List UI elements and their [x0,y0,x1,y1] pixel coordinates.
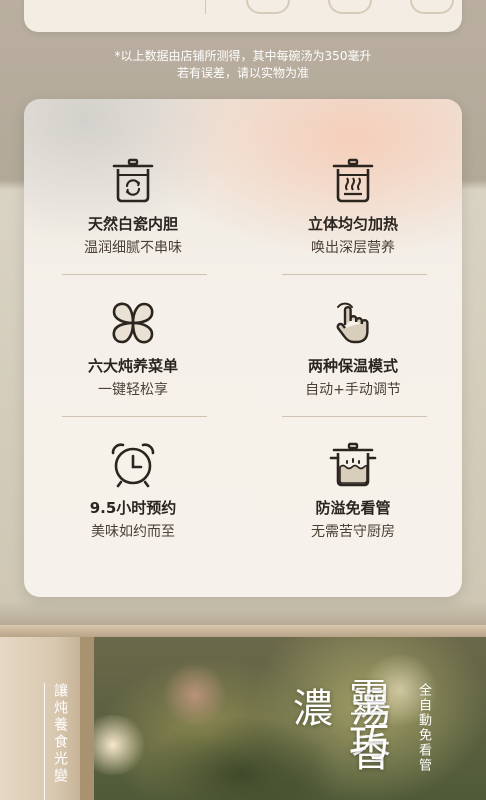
feature-subtitle: 一键轻松享 [98,382,168,398]
feature-subtitle: 无需苦守厨房 [311,524,395,540]
feature-title: 天然白瓷内胆 [87,215,178,233]
feature-subtitle: 唤出深层营养 [311,240,395,256]
feature-title: 防溢免看管 [315,499,391,517]
banner-title-right: 靈巧 [342,677,388,765]
four-petal-menu-icon [112,302,154,344]
decor-line [44,683,45,800]
row-divider [282,274,427,275]
feature-subtitle: 美味如约而至 [91,524,175,540]
window-post [80,625,94,800]
feature-subtitle: 自动+手动调节 [305,382,401,398]
feature-card: 天然白瓷内胆 温润细腻不串味 立体均匀加热 唤出深层营养 六大炖养菜单 一键轻松… [24,99,462,597]
feature-title: 六大炖养菜单 [87,357,178,375]
banner-tagline: 全自動免看管 [416,683,431,773]
heating-pot-icon [332,158,374,203]
disclaimer-line-2: 若有误差，请以实物为准 [176,66,309,80]
card-divider [205,0,206,14]
feature-title: 两种保温模式 [307,357,398,375]
banner-slogan: 讓炖養食光變 [52,683,68,785]
row-divider [282,416,427,417]
decor-arc [410,0,454,14]
feature-title: 9.5小时预约 [89,499,177,517]
boiling-pot-icon [329,442,377,487]
blossom-shape [160,665,230,725]
feature-subtitle: 温润细腻不串味 [84,240,182,256]
row-divider [62,416,207,417]
hand-touch-icon [336,302,369,344]
previous-card [24,0,462,32]
alarm-clock-icon [111,443,155,488]
window-frame-top [0,625,486,637]
ceramic-pot-icon [112,158,154,203]
row-divider [62,274,207,275]
disclaimer-line-1: *以上数据由店铺所测得，其中每碗汤为350毫升 [114,49,372,63]
decor-arc [246,0,290,14]
window-frame [0,625,92,800]
lifestyle-banner: 讓炖養食光變 湯香濃 靈巧 全自動免看管 [0,625,486,800]
decor-arc [328,0,372,14]
feature-title: 立体均匀加热 [307,215,398,233]
